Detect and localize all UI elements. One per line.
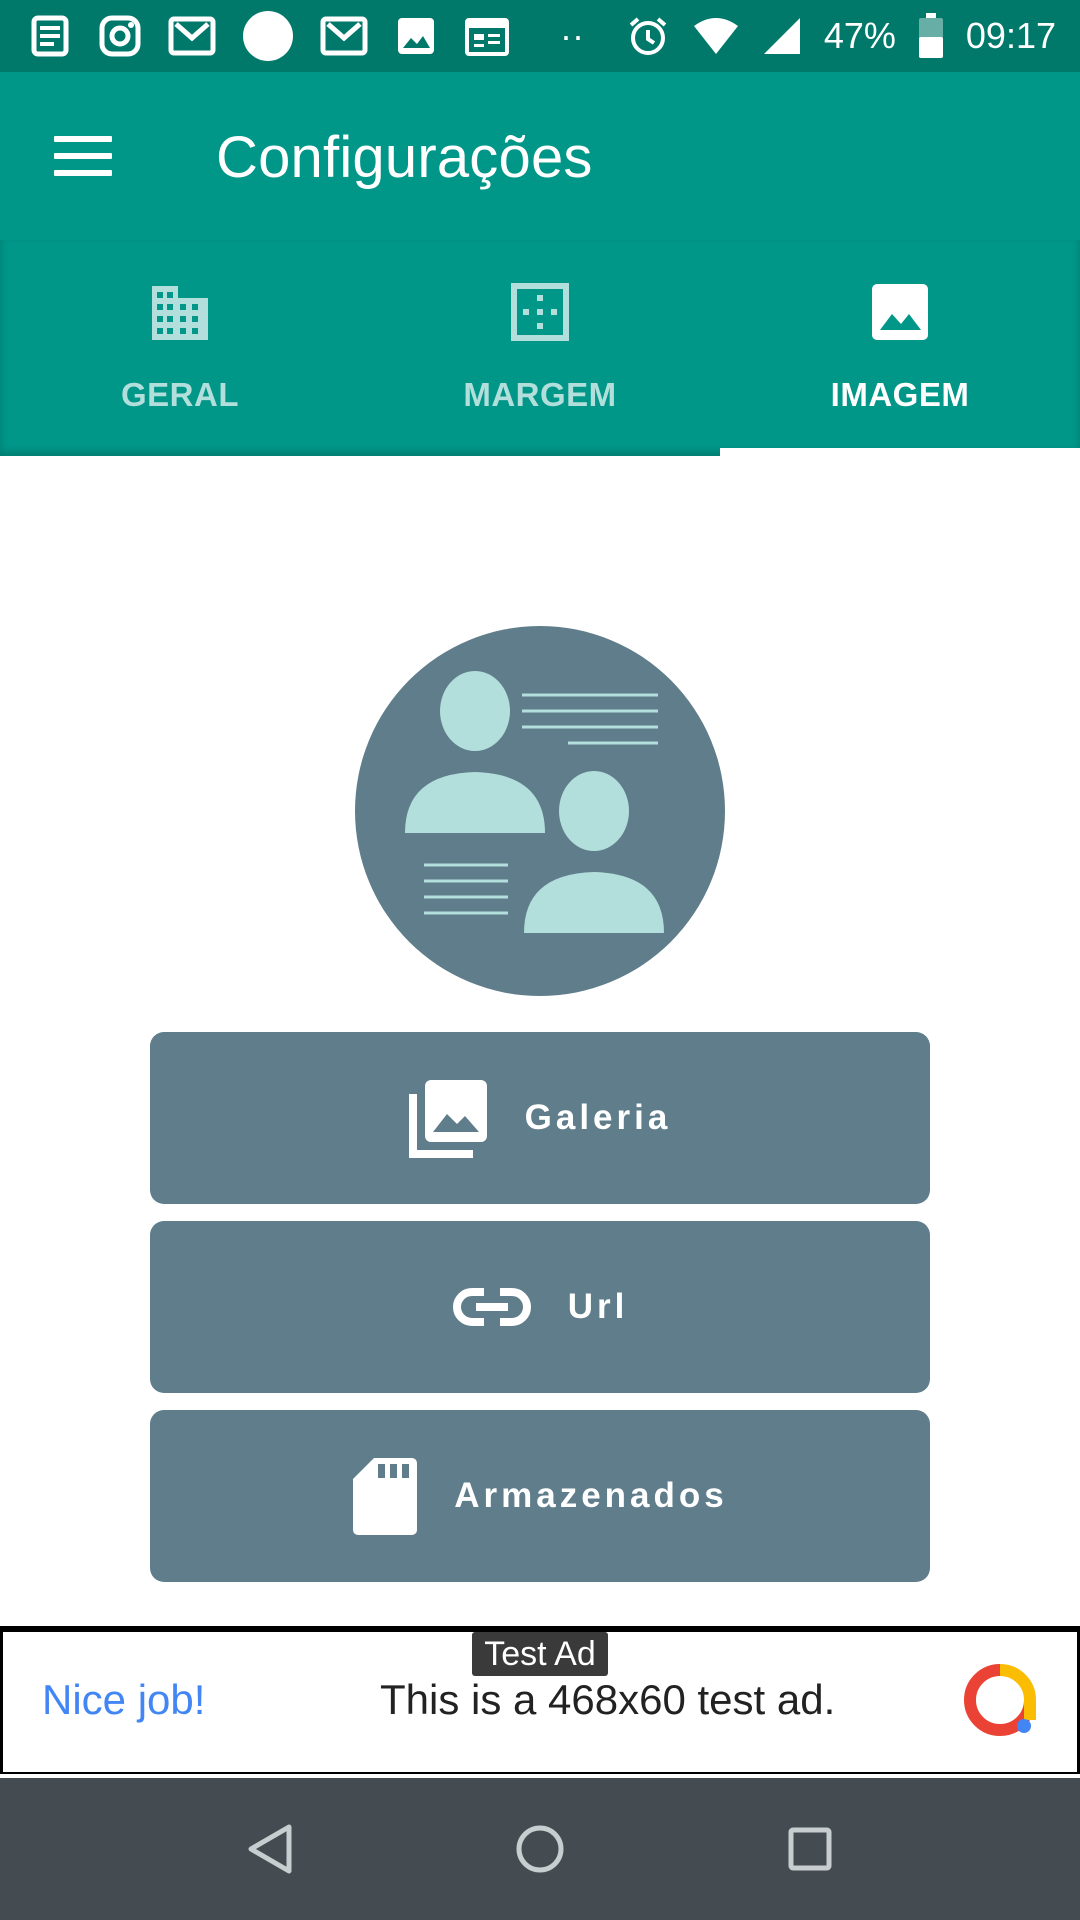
contacts-illustration bbox=[355, 626, 725, 996]
app-bar: Configurações bbox=[0, 72, 1080, 240]
recents-button[interactable] bbox=[750, 1778, 870, 1920]
button-label: Armazenados bbox=[454, 1476, 728, 1515]
calendar-notification-icon bbox=[465, 18, 509, 56]
test-ad-badge: Test Ad bbox=[472, 1632, 608, 1676]
battery-percent: 47% bbox=[823, 15, 896, 56]
galeria-button[interactable]: Galeria bbox=[150, 1032, 930, 1204]
home-icon bbox=[516, 1825, 564, 1873]
adchoices-logo-icon bbox=[964, 1664, 1036, 1736]
tab-label: IMAGEM bbox=[830, 376, 970, 413]
link-icon bbox=[452, 1288, 531, 1326]
tab-label: GERAL bbox=[121, 376, 239, 413]
selected-tab-indicator bbox=[720, 448, 1080, 456]
gallery-notification-icon bbox=[398, 18, 434, 54]
status-right: 47% 09:17 bbox=[626, 0, 1056, 72]
tab-label: MARGEM bbox=[463, 376, 617, 413]
overflow-dots: ·· bbox=[560, 15, 584, 56]
sd-card-icon bbox=[353, 1458, 418, 1535]
recents-icon bbox=[788, 1827, 832, 1871]
battery-icon bbox=[918, 13, 943, 58]
instagram-notification-icon bbox=[99, 15, 141, 57]
button-label: Url bbox=[567, 1287, 629, 1326]
menu-icon[interactable] bbox=[54, 136, 112, 176]
image-icon bbox=[872, 284, 928, 340]
tab-margem[interactable]: MARGEM bbox=[360, 240, 720, 456]
news-notification-icon bbox=[31, 15, 69, 57]
armazenados-button[interactable]: Armazenados bbox=[150, 1410, 930, 1582]
notification-icons: ·· bbox=[28, 11, 584, 61]
tab-imagem[interactable]: IMAGEM bbox=[720, 240, 1080, 456]
clock: 09:17 bbox=[965, 15, 1056, 56]
photo-library-icon bbox=[408, 1080, 487, 1158]
wifi-icon bbox=[693, 18, 738, 54]
ad-text[interactable]: This is a 468x60 test ad. bbox=[380, 1676, 835, 1724]
ad-headline[interactable]: Nice job! bbox=[42, 1676, 205, 1724]
alarm-icon bbox=[629, 17, 667, 55]
navigation-bar bbox=[0, 1778, 1080, 1920]
circle-notification-icon bbox=[243, 11, 293, 61]
tab-bar: GERAL MARGEM IMAGEM bbox=[0, 240, 1080, 456]
gmail-notification-icon bbox=[168, 16, 216, 56]
page-title: Configurações bbox=[216, 125, 593, 190]
button-label: Galeria bbox=[524, 1098, 672, 1137]
tab-geral[interactable]: GERAL bbox=[0, 240, 360, 456]
border-icon bbox=[511, 283, 569, 341]
gmail-notification-icon-2 bbox=[320, 16, 368, 56]
signal-icon bbox=[763, 18, 800, 54]
back-button[interactable] bbox=[210, 1778, 330, 1920]
home-button[interactable] bbox=[480, 1778, 600, 1920]
building-icon bbox=[152, 286, 208, 340]
status-bar: ·· 47% 09:17 bbox=[0, 0, 1080, 72]
url-button[interactable]: Url bbox=[150, 1221, 930, 1393]
back-icon bbox=[248, 1824, 292, 1874]
